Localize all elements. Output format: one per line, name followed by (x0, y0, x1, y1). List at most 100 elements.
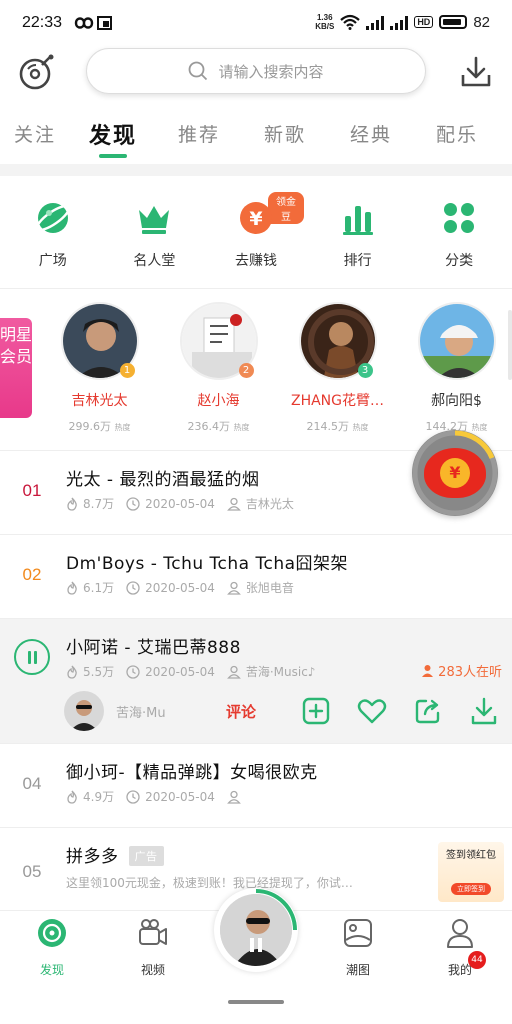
star-card[interactable]: 1 吉林光太 299.6万 热度 (40, 302, 159, 442)
artist-name: 苦海·Music♪ (245, 665, 316, 679)
home-indicator (228, 1000, 284, 1004)
now-playing-disc[interactable] (214, 888, 298, 972)
ad-image-button: 立即签到 (451, 883, 491, 895)
svg-text:¥: ¥ (249, 208, 262, 230)
star-heat: 214.5万 热度 (278, 418, 397, 434)
avatar (417, 302, 496, 380)
ad-title-text: 拼多多 (66, 847, 119, 867)
share-icon[interactable] (412, 695, 444, 727)
download-icon[interactable] (458, 54, 494, 90)
add-to-playlist-icon[interactable] (300, 695, 332, 727)
nav-discover[interactable]: 发现 (12, 917, 92, 978)
star-card[interactable]: 2 赵小海 236.4万 热度 (159, 302, 278, 442)
quick-label: 名人堂 (133, 253, 176, 269)
nav-mine[interactable]: 我的 44 (420, 917, 500, 978)
yen-coin-icon: ¥ (440, 458, 470, 488)
tab-new-songs[interactable]: 新歌 (242, 112, 328, 162)
tab-follow[interactable]: 关注 (0, 112, 70, 162)
video-camera-icon (139, 919, 167, 945)
heat-value: 236.4万 (187, 420, 231, 433)
date-text: 2020-05-04 (145, 664, 215, 679)
status-right: 1.36 KB/S HD 82 (315, 13, 490, 31)
song-list: 01 光太 - 最烈的酒最猛的烟 8.7万 2020-05-04 吉林光太 02… (0, 450, 512, 918)
tab-classic[interactable]: 经典 (328, 112, 414, 162)
ad-image[interactable]: 签到领红包 立即签到 (438, 842, 504, 902)
flame-icon (67, 581, 77, 595)
song-row[interactable]: 04 御小珂-【精品弹跳】女喝很欧克 4.9万 2020-05-04 (0, 744, 512, 827)
quick-plaza[interactable]: 广场 (5, 192, 101, 272)
tab-recommend[interactable]: 推荐 (156, 112, 242, 162)
speed-unit: KB/S (315, 22, 335, 31)
scroll-edge (508, 310, 512, 380)
header: 请输入搜索内容 (0, 46, 512, 98)
song-row[interactable]: 02 Dm'Boys - Tchu Tcha Tcha囧架架 6.1万 2020… (0, 535, 512, 618)
avatar-wrap (417, 302, 496, 380)
listeners-text: 283人在听 (438, 665, 502, 680)
star-card[interactable]: 3 ZHANG花臂… 214.5万 热度 (278, 302, 397, 442)
plays-count: 5.5万 (83, 665, 115, 679)
signal-icon-1 (366, 15, 385, 30)
avatar-wrap: 3 (298, 302, 377, 380)
rank-number: 05 (22, 862, 42, 881)
notification-icons (74, 15, 112, 35)
quick-hall-of-fame[interactable]: 名人堂 (106, 192, 202, 272)
song-meta: 8.7万 2020-05-04 吉林光太 (66, 495, 294, 512)
date-text: 2020-05-04 (145, 789, 215, 804)
wifi-icon (340, 14, 361, 30)
rank-badge: 2 (238, 363, 254, 378)
star-member-tag[interactable]: 明星会员 (0, 318, 32, 418)
yen-coin-icon: ¥ (239, 202, 272, 234)
star-name: ZHANG花臂… (290, 393, 385, 409)
ad-image-title: 签到领红包 (446, 850, 496, 861)
person-icon (422, 665, 434, 677)
quick-category[interactable]: 分类 (411, 192, 507, 272)
pause-button[interactable] (14, 639, 50, 675)
music-disc-icon[interactable] (18, 53, 56, 91)
quick-label: 去赚钱 (234, 253, 277, 269)
ad-tag: 广告 (128, 846, 164, 866)
speed-value: 1.36 (316, 13, 333, 22)
flame-icon (67, 665, 77, 679)
rank-number: 02 (22, 565, 42, 584)
download-song-icon[interactable] (468, 695, 500, 727)
battery-icon (439, 15, 468, 29)
plays-count: 4.9万 (83, 790, 115, 804)
avatar-wrap: 2 (179, 302, 258, 380)
plays: 4.9万 (66, 788, 114, 805)
star-card[interactable]: 郝向阳$ 144.2万 热度 (397, 302, 512, 442)
plays: 6.1万 (66, 579, 114, 596)
bar-chart-icon (342, 206, 373, 235)
floating-red-packet[interactable]: ¥ (412, 430, 498, 516)
rank-badge: 3 (357, 363, 373, 378)
clock: 22:33 (22, 14, 63, 31)
star-heat: 299.6万 热度 (40, 418, 159, 434)
uploader-name[interactable]: 苦海·Mu (116, 702, 226, 721)
song-row-playing[interactable]: 小阿诺 - 艾瑞巴蒂888 5.5万 2020-05-04 苦海·Music♪ … (0, 619, 512, 743)
comment-button[interactable]: 评论 (226, 701, 276, 722)
nav-video[interactable]: 视频 (113, 917, 193, 978)
date-text: 2020-05-04 (145, 580, 215, 595)
heat-unit: 热度 (114, 423, 131, 432)
clock-icon (126, 789, 140, 804)
search-bar[interactable]: 请输入搜索内容 (86, 48, 426, 94)
nav-label: 潮图 (345, 963, 370, 977)
heat-unit: 热度 (233, 423, 250, 432)
tab-soundtrack[interactable]: 配乐 (414, 112, 500, 162)
quick-earn-money[interactable]: 领金豆 ¥ 去赚钱 (208, 192, 304, 272)
song-actions: 苦海·Mu 评论 (64, 689, 504, 733)
listeners-count: 283人在听 (421, 661, 502, 680)
nav-pictures[interactable]: 潮图 (318, 917, 398, 978)
battery-level: 82 (473, 13, 490, 31)
crown-icon (139, 206, 170, 234)
search-icon (189, 61, 208, 81)
tab-discover[interactable]: 发现 (70, 112, 156, 162)
uploader-avatar[interactable] (64, 691, 104, 731)
user-icon (226, 790, 241, 804)
plays-count: 8.7万 (83, 497, 115, 511)
heart-icon[interactable] (356, 695, 388, 727)
quick-label: 排行 (343, 253, 372, 269)
rank-number: 01 (22, 481, 42, 500)
heat-value: 299.6万 (68, 420, 112, 433)
song-meta: 5.5万 2020-05-04 苦海·Music♪ (66, 663, 315, 680)
quick-ranking[interactable]: 排行 (310, 192, 406, 272)
